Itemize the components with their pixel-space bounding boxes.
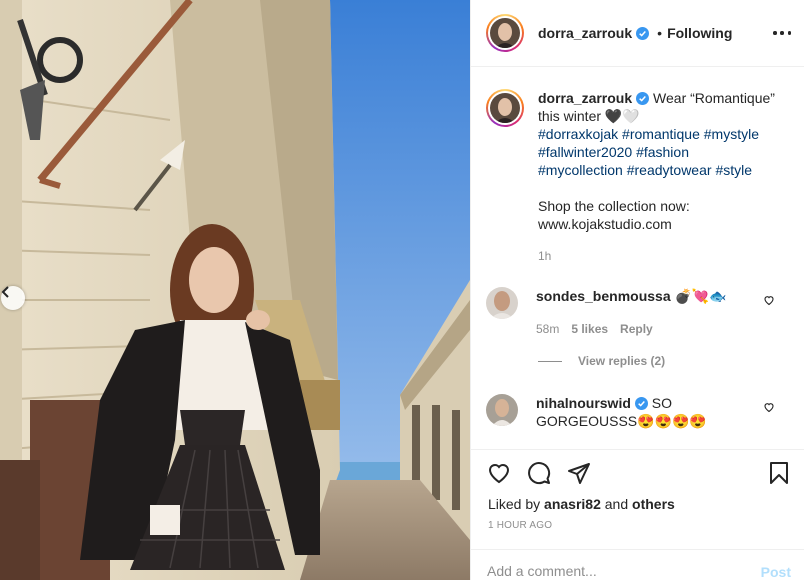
commenter-username[interactable]: sondes_benmoussa <box>536 288 671 304</box>
avatar-image <box>486 394 518 426</box>
comment-age[interactable]: 58m <box>536 320 559 338</box>
comment-input[interactable] <box>487 563 747 579</box>
liked-by: Liked by anasri82 and others <box>488 496 675 512</box>
heart-icon[interactable] <box>487 461 511 485</box>
post-header: dorra_zarrouk • Following <box>471 0 804 67</box>
hashtag[interactable]: #style <box>715 162 752 178</box>
carousel-prev-button[interactable] <box>1 286 25 310</box>
shop-line: Shop the collection now: <box>538 198 690 214</box>
replies-divider <box>538 360 562 362</box>
verified-badge-icon <box>634 397 648 410</box>
comments-area[interactable]: dorra_zarrouk Wear “Romantique” this win… <box>471 68 804 449</box>
caption: dorra_zarrouk Wear “Romantique” this win… <box>486 89 788 265</box>
heart-icon[interactable] <box>763 294 775 306</box>
hashtag[interactable]: #mystyle <box>704 126 759 142</box>
heart-icon[interactable] <box>763 401 775 413</box>
post-photo-illustration <box>0 0 470 580</box>
liked-by-user[interactable]: anasri82 <box>544 496 601 512</box>
verified-badge-icon <box>636 26 650 40</box>
shop-url: www.kojakstudio.com <box>538 216 672 232</box>
commenter-avatar[interactable] <box>486 287 518 319</box>
view-replies-label: View replies (2) <box>578 354 666 368</box>
comment: nihalnourswid SO GORGEOUSSS😍😍😍😍 <box>486 394 796 430</box>
avatar-image <box>490 93 520 123</box>
hashtag[interactable]: #dorraxkojak <box>538 126 618 142</box>
avatar-image <box>490 18 520 48</box>
view-replies-button[interactable]: View replies (2) <box>538 354 665 368</box>
reply-button[interactable]: Reply <box>620 320 653 338</box>
liked-by-and: and <box>604 496 629 512</box>
post-actions: Liked by anasri82 and others 1 HOUR AGO <box>471 449 804 548</box>
add-comment-bar: Post <box>471 549 804 580</box>
caption-username[interactable]: dorra_zarrouk <box>538 90 632 106</box>
caption-age[interactable]: 1h <box>538 247 788 265</box>
post-photo[interactable] <box>0 0 470 580</box>
hashtag[interactable]: #mycollection <box>538 162 623 178</box>
author-avatar[interactable] <box>486 14 524 52</box>
author-username[interactable]: dorra_zarrouk <box>538 25 632 41</box>
comment-likes[interactable]: 5 likes <box>571 320 608 338</box>
comment-icon[interactable] <box>527 461 551 485</box>
hashtag[interactable]: #readytowear <box>627 162 712 178</box>
hashtag[interactable]: #fashion <box>636 144 689 160</box>
liked-by-prefix: Liked by <box>488 496 541 512</box>
comment: sondes_benmoussa 💣💘🐟 58m 5 likes Reply <box>486 287 796 338</box>
post-timestamp[interactable]: 1 HOUR AGO <box>488 520 552 531</box>
bookmark-icon[interactable] <box>767 461 791 485</box>
following-button[interactable]: Following <box>667 25 732 41</box>
caption-author-avatar[interactable] <box>486 89 524 127</box>
separator-dot: • <box>657 25 663 41</box>
post-comment-button[interactable]: Post <box>761 564 791 580</box>
paper-plane-icon[interactable] <box>567 461 591 485</box>
commenter-avatar[interactable] <box>486 394 518 426</box>
liked-by-others[interactable]: others <box>632 496 675 512</box>
post-side-panel: dorra_zarrouk • Following dorra_zarrouk … <box>470 0 804 580</box>
chevron-left-icon <box>1 286 9 298</box>
comment-text: 💣💘🐟 <box>674 288 727 304</box>
more-options-icon[interactable] <box>773 26 791 40</box>
avatar-image <box>486 287 518 319</box>
hashtag[interactable]: #romantique <box>622 126 700 142</box>
hashtag[interactable]: #fallwinter2020 <box>538 144 632 160</box>
commenter-username[interactable]: nihalnourswid <box>536 395 631 411</box>
verified-badge-icon <box>636 92 650 105</box>
